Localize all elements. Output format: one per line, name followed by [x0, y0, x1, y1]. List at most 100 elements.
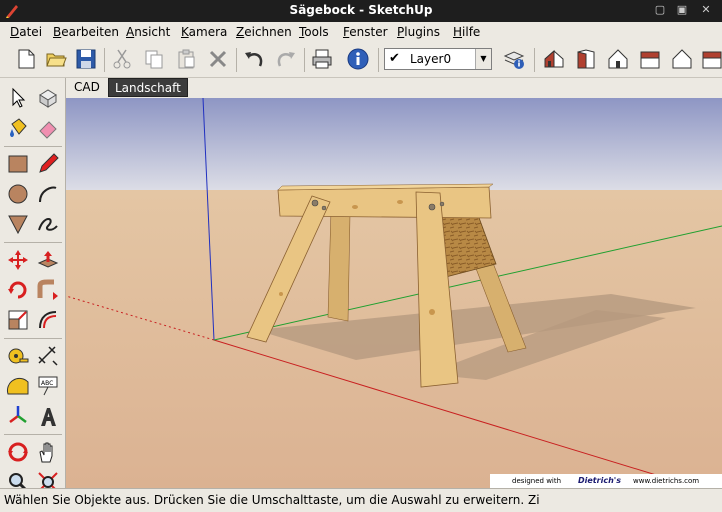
- offset-icon[interactable]: [34, 306, 62, 334]
- scale-icon[interactable]: [4, 306, 32, 334]
- delete-icon[interactable]: [204, 45, 232, 73]
- brand-designed-with: designed with: [512, 477, 562, 485]
- dimension-icon[interactable]: [34, 342, 62, 370]
- menu-accelerator: D: [10, 25, 20, 39]
- model-info-icon[interactable]: [344, 45, 372, 73]
- chevron-down-icon[interactable]: ▼: [475, 49, 491, 69]
- tape-measure-icon[interactable]: [4, 342, 32, 370]
- follow-me-icon[interactable]: [34, 276, 62, 304]
- menu-ansicht[interactable]: Ansicht: [126, 25, 170, 39]
- push-pull-icon[interactable]: [34, 246, 62, 274]
- menu-accelerator: K: [181, 25, 189, 39]
- tab-cad[interactable]: CAD: [68, 78, 106, 97]
- bolt: [311, 199, 319, 207]
- right-view-icon[interactable]: [636, 45, 664, 73]
- copy-icon[interactable]: [140, 45, 168, 73]
- undo-icon[interactable]: [240, 45, 268, 73]
- tab-landschaft[interactable]: Landschaft: [108, 78, 188, 97]
- menu-accelerator: P: [397, 25, 405, 39]
- iso-view-icon[interactable]: [540, 45, 568, 73]
- layer-dropdown[interactable]: ✔ Layer0 ▼: [384, 48, 492, 70]
- toolbar-separator: [378, 48, 379, 72]
- bolt: [428, 203, 436, 211]
- rotate-icon[interactable]: [4, 276, 32, 304]
- tool-palette: ABC: [0, 78, 66, 493]
- menu-fenster[interactable]: Fenster: [343, 25, 388, 39]
- wood-knot: [352, 205, 358, 209]
- left-view-icon[interactable]: [698, 45, 722, 73]
- menu-accelerator: F: [343, 25, 350, 39]
- back-left-leg: [327, 209, 351, 322]
- axes-icon[interactable]: [4, 402, 32, 430]
- rectangle-icon[interactable]: [4, 150, 32, 178]
- palette-separator: [4, 242, 62, 243]
- layer-manager-icon[interactable]: [500, 45, 528, 73]
- new-file-icon[interactable]: [12, 45, 40, 73]
- status-text: Wählen Sie Objekte aus. Drücken Sie die …: [4, 493, 540, 507]
- cut-icon[interactable]: [108, 45, 136, 73]
- paste-icon[interactable]: [172, 45, 200, 73]
- front-view-icon[interactable]: [572, 45, 600, 73]
- print-icon[interactable]: [308, 45, 336, 73]
- make-component-icon[interactable]: [34, 84, 62, 112]
- current-layer-check-icon: ✔: [389, 51, 400, 66]
- wood-knot: [397, 200, 403, 204]
- menu-bearbeiten[interactable]: Bearbeiten: [53, 25, 119, 39]
- toolbar-separator: [236, 48, 237, 72]
- palette-separator: [4, 338, 62, 339]
- close-button[interactable]: ✕: [698, 2, 714, 18]
- circle-icon[interactable]: [4, 180, 32, 208]
- bolt: [321, 205, 327, 211]
- redo-icon[interactable]: [272, 45, 300, 73]
- orbit-icon[interactable]: [4, 438, 32, 466]
- main-toolbar: [0, 42, 722, 78]
- menu-datei[interactable]: Datei: [10, 25, 42, 39]
- protractor-icon[interactable]: [4, 372, 32, 400]
- palette-separator: [4, 434, 62, 435]
- wood-knot: [429, 309, 435, 315]
- menu-tools[interactable]: Tools: [299, 25, 329, 39]
- pan-icon[interactable]: [34, 438, 62, 466]
- polygon-icon[interactable]: [4, 210, 32, 238]
- menu-bar: Datei Bearbeiten Ansicht Kamera Zeichnen…: [0, 22, 722, 42]
- svg-text:ABC: ABC: [41, 380, 53, 387]
- text-icon[interactable]: ABC: [34, 372, 62, 400]
- eraser-icon[interactable]: [34, 114, 62, 142]
- move-icon[interactable]: [4, 246, 32, 274]
- bolt: [439, 201, 445, 207]
- pencil-icon[interactable]: [34, 150, 62, 178]
- paint-bucket-icon[interactable]: [4, 114, 32, 142]
- window-title: Sägebock - SketchUp: [289, 3, 433, 17]
- layer-dropdown-value: Layer0: [410, 52, 452, 66]
- brand-company: Dietrich's: [578, 476, 621, 485]
- menu-kamera[interactable]: Kamera: [181, 25, 227, 39]
- toolbar-separator: [534, 48, 535, 72]
- open-folder-icon[interactable]: [42, 45, 70, 73]
- brand-url: www.dietrichs.com: [633, 477, 700, 485]
- top-view-icon[interactable]: [604, 45, 632, 73]
- scene-tabs: CAD Landschaft: [66, 78, 722, 98]
- menu-accelerator: A: [126, 25, 135, 39]
- save-icon[interactable]: [72, 45, 100, 73]
- 3d-viewport[interactable]: designed with Dietrich's www.dietrichs.c…: [66, 98, 722, 488]
- wood-knot: [279, 292, 283, 296]
- minimize-button[interactable]: ▢: [652, 2, 668, 18]
- toolbar-separator: [104, 48, 105, 72]
- freehand-icon[interactable]: [34, 210, 62, 238]
- menu-hilfe[interactable]: Hilfe: [453, 25, 480, 39]
- brand-banner: designed with Dietrich's www.dietrichs.c…: [490, 474, 722, 488]
- title-bar: Sägebock - SketchUp ▢ ▣ ✕: [0, 0, 722, 22]
- 3d-text-icon[interactable]: [34, 402, 62, 430]
- arc-icon[interactable]: [34, 180, 62, 208]
- select-arrow-icon[interactable]: [4, 84, 32, 112]
- maximize-button[interactable]: ▣: [674, 2, 690, 18]
- menu-zeichnen[interactable]: Zeichnen: [236, 25, 292, 39]
- menu-plugins[interactable]: Plugins: [397, 25, 440, 39]
- status-bar: Wählen Sie Objekte aus. Drücken Sie die …: [0, 488, 722, 512]
- menu-accelerator: T: [299, 25, 305, 39]
- menu-accelerator: B: [53, 25, 62, 39]
- scene-canvas[interactable]: [66, 98, 722, 488]
- palette-separator: [4, 146, 62, 147]
- sky: [66, 98, 722, 190]
- back-view-icon[interactable]: [668, 45, 696, 73]
